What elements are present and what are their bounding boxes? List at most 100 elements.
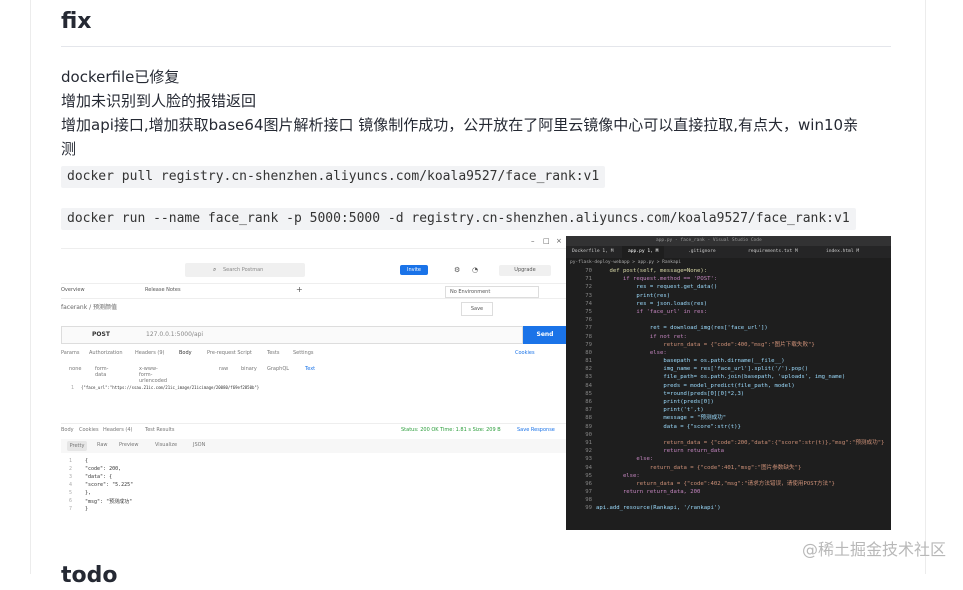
request-body-editor[interactable]: 1 {"face_url":"https://ssau.21ic.com/21i…: [61, 382, 566, 412]
docker-pull-command[interactable]: docker pull registry.cn-shenzhen.aliyunc…: [61, 166, 606, 188]
line-number: 92: [585, 448, 592, 455]
vscode-title-bar: app.py - face_rank - Visual Studio Code: [566, 236, 891, 246]
line-number: 71: [585, 276, 592, 283]
editor-breadcrumbs: py-flask-deploy-webapp > app.py > Rankap…: [570, 260, 682, 265]
line-number: 4: [69, 482, 73, 488]
url-bar[interactable]: POST 127.0.0.1:5000/api: [61, 326, 523, 344]
postman-header: ⌕ Search Postman Invite ⚙ ◔ Upgrade: [61, 260, 566, 282]
format-select[interactable]: JSON: [193, 442, 205, 448]
tab-response-headers[interactable]: Headers (4): [103, 427, 132, 433]
line-number: 83: [585, 374, 592, 381]
line-number: 90: [585, 431, 592, 438]
line-number: 1: [69, 458, 73, 464]
option-text[interactable]: Text: [305, 366, 315, 372]
code-line: print(res): [596, 292, 671, 299]
postman-window: – □ × ⌕ Search Postman Invite ⚙ ◔ Upgrad…: [61, 236, 566, 530]
tab-headers[interactable]: Headers (9): [135, 350, 164, 356]
add-tab-icon[interactable]: +: [296, 285, 303, 294]
tab-params[interactable]: Params: [61, 350, 79, 356]
next-section-title: todo: [61, 563, 118, 588]
option-binary[interactable]: binary: [241, 366, 257, 372]
code-line: file_path= os.path.join(basepath, 'uploa…: [596, 374, 846, 381]
tab-test-results[interactable]: Test Results: [145, 427, 175, 433]
send-button[interactable]: Send: [523, 326, 566, 344]
line-number: 81: [585, 358, 592, 365]
line-number: 73: [585, 292, 592, 299]
code-line: if not ret:: [596, 333, 687, 340]
code-line: basepath = os.path.dirname(__file__): [596, 358, 785, 365]
line-number: 5: [69, 490, 73, 496]
view-visualize[interactable]: Visualize: [155, 442, 177, 448]
line-number: 75: [585, 308, 592, 315]
option-raw[interactable]: raw: [219, 366, 228, 372]
tab-app-py[interactable]: app.py 1, M: [622, 246, 665, 258]
tab-index-html[interactable]: index.html M: [820, 246, 865, 258]
code-line: else:: [596, 472, 640, 479]
response-line: "code": 200,: [85, 466, 122, 472]
line-number: 82: [585, 366, 592, 373]
response-status: Status: 200 OK Time: 1.81 s Size: 209 B: [401, 427, 501, 433]
tab-authorization[interactable]: Authorization: [89, 350, 123, 356]
save-button[interactable]: Save: [461, 302, 493, 316]
section-title: fix: [61, 0, 891, 47]
tab-pre-request-script[interactable]: Pre-request Script: [207, 350, 252, 356]
response-body: 1 { 2 "code": 200, 3 "data": { 4 "score"…: [61, 458, 566, 518]
bell-icon[interactable]: ◔: [472, 266, 478, 274]
gear-icon[interactable]: ⚙: [454, 266, 460, 274]
line-number: 79: [585, 341, 592, 348]
tab-overview[interactable]: Overview: [61, 287, 85, 293]
environment-select[interactable]: No Environment: [445, 286, 539, 298]
cookies-link[interactable]: Cookies: [515, 350, 535, 356]
tab-body[interactable]: Body: [179, 350, 192, 356]
code-line: return_data = {"code":401,"msg":"图片参数缺失"…: [596, 464, 802, 471]
tab-response-cookies[interactable]: Cookies: [79, 427, 99, 433]
line-number: 94: [585, 464, 592, 471]
line-number: 72: [585, 284, 592, 291]
view-raw[interactable]: Raw: [97, 442, 108, 448]
tab-response-body[interactable]: Body: [61, 427, 74, 433]
tab-strip: Overview Release Notes + No Environment: [61, 283, 566, 299]
code-line: res = request.get_data(): [596, 284, 718, 291]
option-form-data[interactable]: form-data: [95, 366, 108, 378]
view-preview[interactable]: Preview: [119, 442, 138, 448]
docker-run-command[interactable]: docker run --name face_rank -p 5000:5000…: [61, 208, 856, 230]
url-input[interactable]: 127.0.0.1:5000/api: [146, 331, 203, 338]
search-input[interactable]: ⌕ Search Postman: [185, 263, 305, 277]
method-select[interactable]: POST: [92, 331, 110, 338]
save-response-button[interactable]: Save Response: [517, 427, 555, 433]
option-none[interactable]: none: [69, 366, 81, 372]
code-line: def post(self, message=None):: [596, 268, 708, 274]
upgrade-button[interactable]: Upgrade: [499, 265, 551, 276]
tab-gitignore[interactable]: .gitignore: [682, 246, 722, 258]
tab-tests[interactable]: Tests: [267, 350, 279, 356]
code-line: if request.method == 'POST':: [596, 276, 718, 283]
code-editor[interactable]: def post(self, message=None): if request…: [596, 267, 891, 513]
code-line: preds = model_predict(file_path, model): [596, 382, 795, 389]
window-title: app.py - face_rank - Visual Studio Code: [656, 238, 762, 243]
code-line: img_name = res['face_url'].split('/').po…: [596, 366, 809, 373]
invite-button[interactable]: Invite: [400, 265, 428, 275]
line-number: 84: [585, 382, 592, 389]
option-graphql[interactable]: GraphQL: [267, 366, 289, 372]
view-pretty[interactable]: Pretty: [67, 441, 87, 451]
article-content: fix dockerfile已修复 增加未识别到人脸的报错返回 增加api接口,…: [61, 0, 891, 230]
tab-settings[interactable]: Settings: [293, 350, 314, 356]
code-line: api.add_resource(Rankapi, '/rankapi'): [596, 505, 721, 512]
line-number: 95: [585, 472, 592, 479]
response-line: "data": {: [85, 474, 113, 480]
close-icon[interactable]: ×: [556, 237, 562, 245]
line-number: 6: [69, 498, 73, 504]
minimize-icon[interactable]: –: [531, 237, 535, 245]
tab-dockerfile[interactable]: Dockerfile 1, M: [566, 246, 620, 258]
response-line: },: [85, 490, 92, 496]
code-line: else:: [596, 349, 667, 356]
tab-requirements[interactable]: requirements.txt M: [742, 246, 804, 258]
maximize-icon[interactable]: □: [543, 237, 550, 245]
line-number: 87: [585, 407, 592, 414]
line-number: 3: [69, 474, 73, 480]
line-number: 99: [585, 505, 592, 512]
tab-release-notes[interactable]: Release Notes: [145, 287, 181, 293]
window-controls: – □ ×: [61, 236, 566, 249]
line-number: 89: [585, 423, 592, 430]
